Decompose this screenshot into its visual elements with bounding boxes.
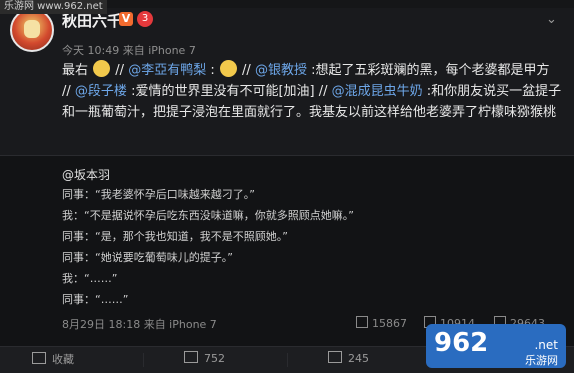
divider bbox=[287, 353, 288, 367]
verified-badge: V bbox=[119, 12, 133, 26]
comment-button[interactable]: 245 bbox=[328, 351, 369, 365]
post-body: 最右 // @李亞有鸭梨 : // @银教授 :想起了五彩斑斓的黑，每个老婆都是… bbox=[62, 60, 562, 123]
mention-link[interactable]: @银教授 bbox=[255, 63, 307, 78]
site-watermark: 乐游网 www.962.net bbox=[0, 0, 107, 14]
quote-line: 同事：“是，那个我也知道，我不是不照顾她。” bbox=[62, 230, 288, 243]
mention-link[interactable]: @混成昆虫牛奶 bbox=[332, 84, 423, 99]
post-text-part: // bbox=[318, 84, 328, 99]
favorite-button[interactable]: 收藏 bbox=[32, 351, 74, 367]
favorite-label: 收藏 bbox=[52, 353, 74, 366]
chevron-down-icon[interactable]: ⌄ bbox=[546, 12, 557, 27]
quote-line: 我：“不是据说怀孕后吃东西没味道嘛，你就多照顾点她嘛。” bbox=[62, 209, 354, 222]
member-badge: 3 bbox=[137, 11, 153, 27]
comment-count: 245 bbox=[348, 352, 369, 365]
mention-link[interactable]: @段子楼 bbox=[75, 84, 127, 99]
post-text-part: :想起了五彩斑斓的黑，每个老婆都是甲方 bbox=[311, 63, 550, 78]
repost-button[interactable]: 752 bbox=[184, 351, 225, 365]
quoted-meta: 8月29日 18:18 来自 iPhone 7 bbox=[62, 318, 217, 331]
post-meta: 今天 10:49 来自 iPhone 7 bbox=[62, 44, 196, 57]
quoted-reposts[interactable]: 15867 bbox=[356, 316, 407, 330]
avatar[interactable] bbox=[10, 8, 54, 52]
quoted-author[interactable]: @坂本羽 bbox=[62, 166, 110, 183]
repost-count: 752 bbox=[204, 352, 225, 365]
repost-icon bbox=[356, 316, 368, 328]
post-text-part: // bbox=[62, 84, 71, 99]
logo-number: 962 bbox=[434, 328, 489, 358]
quote-line: 我：“……” bbox=[62, 272, 118, 285]
site-logo: 962 .net 乐游网 bbox=[426, 324, 566, 368]
logo-sub: 乐游网 bbox=[525, 354, 558, 367]
laugh-cry-emoji-icon bbox=[93, 60, 111, 77]
divider bbox=[143, 353, 144, 367]
mention-link[interactable]: @李亞有鸭梨 bbox=[128, 63, 206, 78]
post-text-part: 最右 bbox=[62, 63, 89, 78]
comment-icon bbox=[328, 351, 342, 363]
star-icon bbox=[32, 352, 46, 364]
quote-line: 同事：“我老婆怀孕后口味越来越刁了。” bbox=[62, 188, 255, 201]
logo-domain: .net bbox=[534, 338, 558, 352]
quote-line: 同事：“她说要吃葡萄味儿的提子。” bbox=[62, 251, 233, 264]
post-text-part: // bbox=[242, 63, 251, 78]
reposts-count: 15867 bbox=[372, 317, 407, 330]
quote-line: 同事：“……” bbox=[62, 293, 129, 306]
post-text-part: :爱情的世界里没有不可能[加油] bbox=[131, 84, 315, 99]
repost-icon bbox=[184, 351, 198, 363]
post-text-part: : bbox=[210, 63, 215, 78]
thinking-emoji-icon bbox=[219, 60, 237, 77]
post-text-part: // bbox=[115, 63, 125, 78]
